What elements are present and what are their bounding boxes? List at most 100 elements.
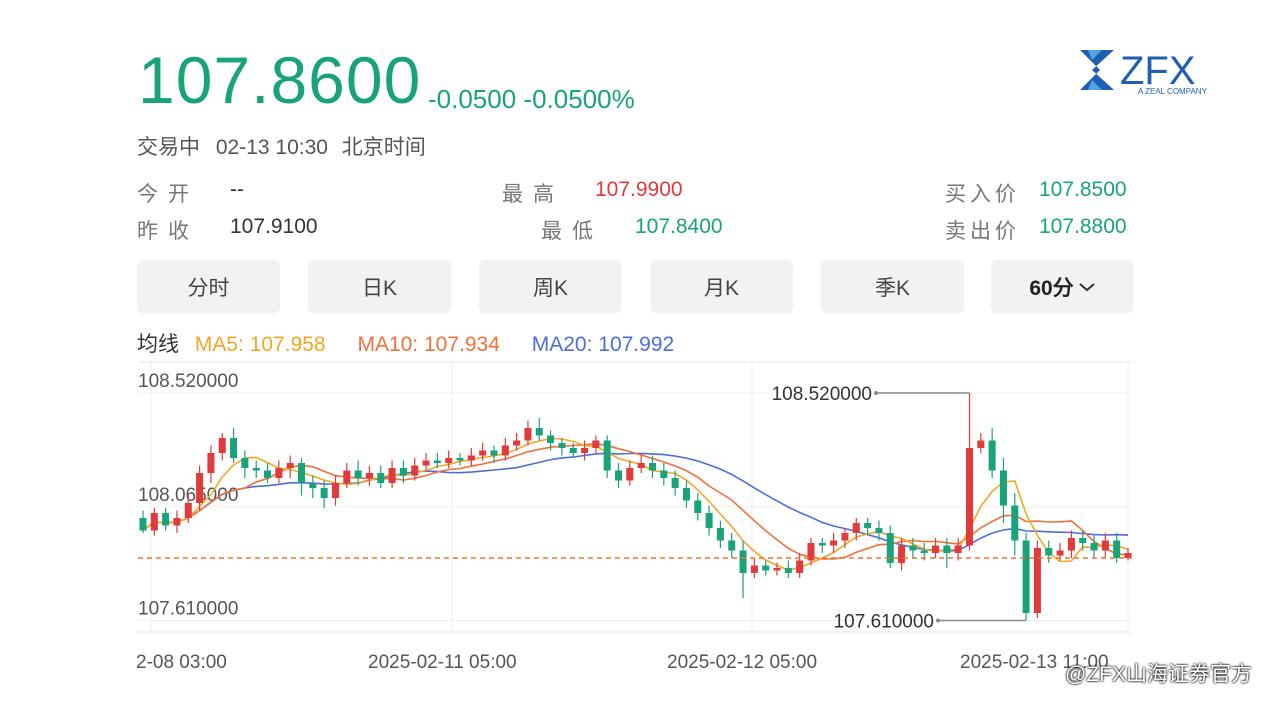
max-label: 108.520000 [772,384,872,405]
candle-body [581,448,589,453]
candle-body [479,450,487,456]
y-tick-label: 107.610000 [138,599,238,620]
candle-body [501,445,509,456]
x-tick-label: 2025-02-11 05:00 [368,652,517,673]
prev-close-value: 107.9100 [230,215,318,238]
ma5-value: MA5: 107.958 [194,333,326,356]
high-value: 107.9900 [595,178,683,201]
tab-monthly-k[interactable]: 月K [650,260,793,313]
candle-body [875,528,883,533]
ask-label: 卖出价 [945,220,1020,243]
candle-body [728,540,736,551]
candle-body [365,473,373,478]
candle-body [784,568,792,573]
candle-body [297,463,306,483]
candle-body [1022,540,1030,613]
candle-body [354,470,362,478]
candlestick-chart[interactable]: 108.520000108.065000107.6100002-08 03:00… [0,360,1268,680]
ma20-value: MA20: 107.992 [531,333,675,356]
candle-body [852,523,860,533]
candle-body [615,470,623,481]
candle-body [773,568,781,571]
candle-body [275,468,283,478]
candle-body [286,463,294,468]
tab-weekly-k[interactable]: 周K [479,260,622,313]
last-price: 107.8600 [138,43,422,117]
candle-body [818,543,826,546]
candle-body [264,470,272,478]
watermark: @ZFX山海证券官方 [1065,663,1252,686]
candle-body [1079,538,1087,543]
tab-monthly-k-label: 月K [703,276,739,300]
candle-body [739,550,747,573]
y-tick-label: 108.520000 [138,371,238,392]
candle-body [694,500,702,513]
tab-intraday-label: 分时 [187,276,230,300]
candle-body [558,443,566,448]
candle-body [139,518,147,531]
open-label: 今开 [137,183,199,206]
candle-body [1045,548,1053,556]
candle-body [1067,538,1075,551]
tab-quarterly-k[interactable]: 季K [821,260,964,313]
candle-body [331,483,339,498]
candle-body [954,545,962,553]
tab-60min[interactable]: 60分 [991,260,1134,313]
candle-body [569,448,577,453]
quote-timezone: 北京时间 [341,136,426,159]
candle-body [1056,550,1064,556]
candle-body [490,450,498,456]
tab-daily-k[interactable]: 日K [308,260,451,313]
candle-body [524,428,532,441]
candle-body [898,545,906,563]
candle-body [184,503,192,518]
bid-label: 买入价 [945,183,1020,206]
candle-body [660,470,668,478]
price-change: -0.0500 -0.0500% [428,84,635,114]
candle-body [162,513,170,526]
candle-body [626,468,634,481]
candle-body [682,488,690,501]
candle-body [762,565,770,571]
candle-body [422,460,430,466]
candle-body [841,533,849,541]
candle-body [320,488,328,498]
trading-status: 交易中 [137,136,200,159]
bid-value: 107.8500 [1039,178,1127,201]
ask-value: 107.8800 [1039,215,1127,238]
tab-daily-k-label: 日K [361,276,397,300]
candle-body [830,540,838,546]
candle-body [150,513,158,531]
candle-body [252,468,260,471]
candle-body [750,565,758,573]
tab-intraday[interactable]: 分时 [137,260,280,313]
min-label: 107.610000 [834,612,934,633]
trading-status-line: 交易中 02-13 10:30 北京时间 [137,131,426,161]
candle-body [637,463,645,468]
candle-body [547,435,555,443]
candle-body [920,550,928,553]
candle-body [513,440,521,446]
candle-body [411,465,419,476]
x-tick-label: 2-08 03:00 [136,652,227,673]
candle-body [965,448,974,546]
candle-body [1101,540,1109,551]
candle-body [399,468,407,476]
candle-body [467,455,475,461]
candle-body [909,545,917,551]
max-marker [874,391,878,395]
candle-body [977,440,985,448]
candle-body [1011,505,1019,541]
tab-quarterly-k-label: 季K [874,276,910,300]
ma10-value: MA10: 107.934 [357,333,500,356]
ma-legend: 均线 MA5: 107.958 MA10: 107.934 MA20: 107.… [137,328,674,358]
min-marker [936,618,940,623]
candle-body [309,483,317,488]
zfx-logo: ZFX A ZEAL COMPANY [1080,49,1208,96]
candle-body [377,473,385,483]
x-tick-label: 2025-02-12 05:00 [667,652,817,673]
candle-body [445,458,453,463]
candle-body [592,440,600,448]
candle-body [603,440,611,471]
candle-body [999,470,1007,506]
